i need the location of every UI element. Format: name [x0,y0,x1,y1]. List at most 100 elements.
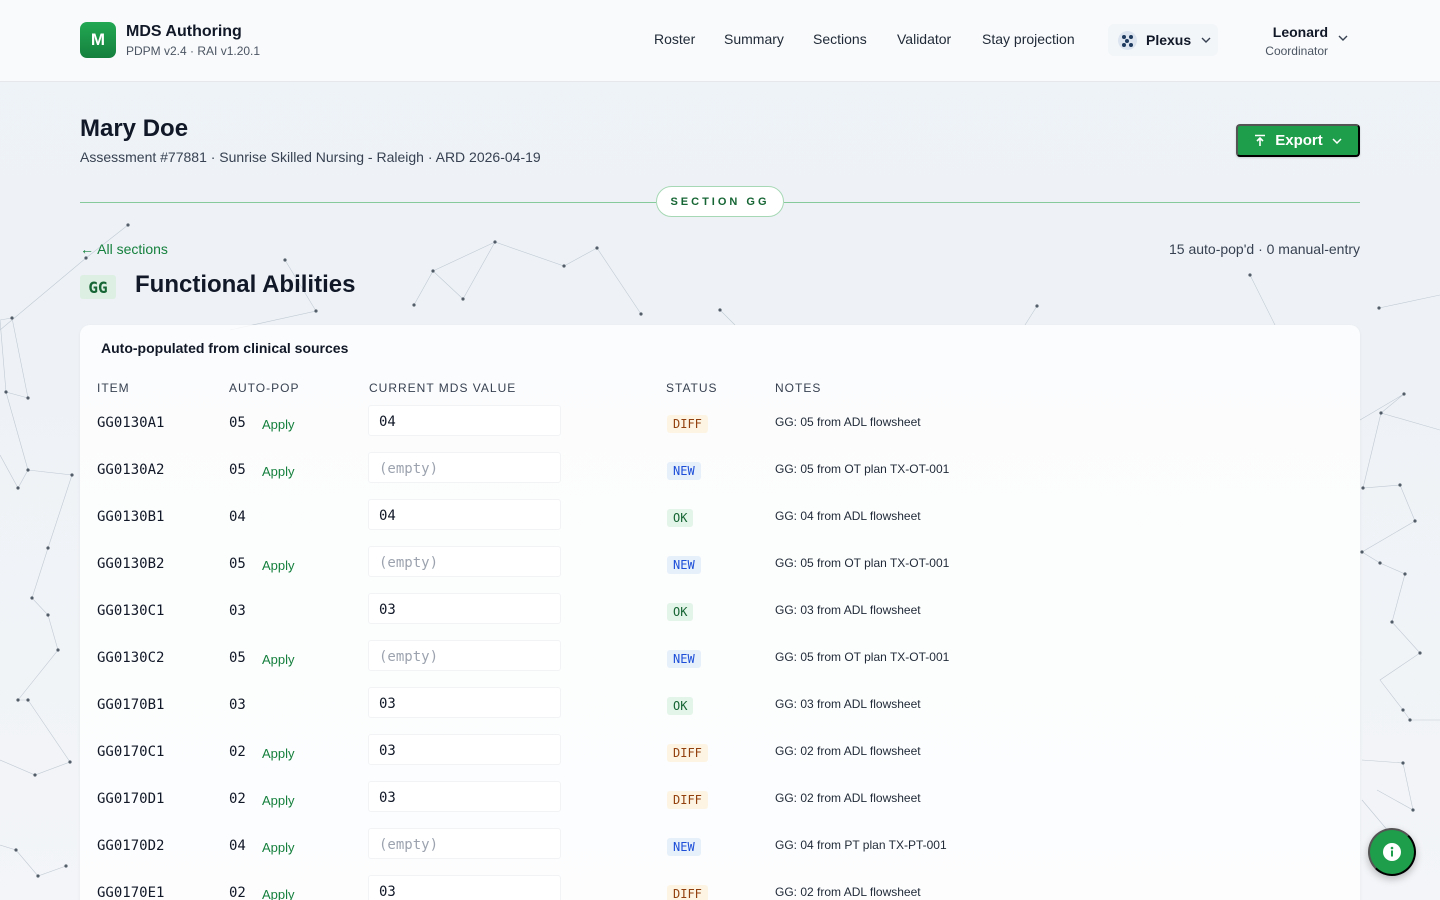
apply-button[interactable]: Apply [262,887,295,900]
current-mds-value-input[interactable]: 03 [368,734,561,765]
row-notes: GG: 04 from PT plan TX-PT-001 [775,838,947,852]
section-pill: SECTION GG [656,186,784,217]
item-code: GG0130B1 [97,509,165,525]
auto-pop-value: 03 [229,697,246,713]
auto-pop-value: 05 [229,556,246,572]
row-notes: GG: 02 from ADL flowsheet [775,744,921,758]
current-mds-value-input[interactable]: 03 [368,875,561,900]
apply-button[interactable]: Apply [262,746,295,761]
table-row: GG0130C2 05 Apply (empty) NEW GG: 05 from OT … [80,640,1360,697]
row-notes: GG: 05 from ADL flowsheet [775,415,921,429]
status-badge: NEW [667,650,701,668]
app-title: MDS Authoring [126,23,242,40]
row-notes: GG: 03 from ADL flowsheet [775,697,921,711]
apply-button[interactable]: Apply [262,417,295,432]
apply-button[interactable]: Apply [262,840,295,855]
status-badge: OK [667,509,694,527]
table-row: GG0130B1 04 04 OK GG: 04 from ADL flowsheet [80,499,1360,556]
item-code: GG0130A1 [97,415,165,431]
row-notes: GG: 04 from ADL flowsheet [775,509,921,523]
auto-pop-value: 02 [229,885,246,900]
auto-pop-value: 02 [229,744,246,760]
item-code: GG0170B1 [97,697,165,713]
info-icon [1383,843,1401,861]
current-mds-value-input[interactable]: (empty) [368,828,561,859]
item-code: GG0130A2 [97,462,165,478]
back-to-all-sections[interactable]: ← All sections [80,241,168,257]
status-badge: NEW [667,462,701,480]
apply-button[interactable]: Apply [262,793,295,808]
column-header-current-value: CURRENT MDS VALUE [369,381,517,395]
apply-button[interactable]: Apply [262,464,295,479]
current-mds-value-input[interactable]: 04 [368,405,561,436]
status-badge: DIFF [667,415,708,433]
chevron-down-icon [1201,37,1211,43]
user-name[interactable]: Leonard [1273,24,1328,40]
status-badge: DIFF [667,744,708,762]
current-mds-value-input[interactable]: 04 [368,499,561,530]
item-code: GG0170D1 [97,791,165,807]
item-code: GG0130C1 [97,603,165,619]
table-row: GG0130A1 05 Apply 04 DIFF GG: 05 from ADL flo… [80,405,1360,462]
item-code: GG0170E1 [97,885,165,900]
apply-button[interactable]: Apply [262,558,295,573]
table-row: GG0130B2 05 Apply (empty) NEW GG: 05 from OT … [80,546,1360,603]
nav-summary[interactable]: Summary [724,31,784,47]
apply-button[interactable]: Apply [262,652,295,667]
status-badge: NEW [667,556,701,574]
section-divider-left [80,202,656,203]
table-row: GG0170D1 02 Apply 03 DIFF GG: 02 from ADL flo… [80,781,1360,838]
table-row: GG0170D2 04 Apply (empty) NEW GG: 04 from PT … [80,828,1360,885]
user-menu-chevron-icon[interactable] [1337,34,1349,42]
auto-populated-card: Auto-populated from clinical sources ITE… [80,325,1360,900]
back-link-label: All sections [97,241,168,257]
item-code: GG0130C2 [97,650,165,666]
nav-roster[interactable]: Roster [654,31,695,47]
status-badge: DIFF [667,885,708,900]
auto-pop-value: 04 [229,838,246,854]
app-logo[interactable]: M [80,22,116,58]
current-mds-value-input[interactable]: (empty) [368,640,561,671]
status-badge: NEW [667,838,701,856]
nav-validator[interactable]: Validator [897,31,951,47]
current-mds-value-input[interactable]: 03 [368,781,561,812]
status-badge: OK [667,603,694,621]
auto-pop-value: 03 [229,603,246,619]
export-icon [1255,134,1266,146]
current-mds-value-input[interactable]: (empty) [368,452,561,483]
user-role: Coordinator [1265,44,1328,58]
nav-sections[interactable]: Sections [813,31,867,47]
item-code: GG0170D2 [97,838,165,854]
section-title: Functional Abilities [135,271,356,298]
table-row: GG0130C1 03 03 OK GG: 03 from ADL flowsheet [80,593,1360,650]
column-header-status: STATUS [666,381,718,395]
section-code-badge: GG [80,275,116,299]
auto-pop-value: 05 [229,462,246,478]
status-badge: DIFF [667,791,708,809]
current-mds-value-input[interactable]: (empty) [368,546,561,577]
row-notes: GG: 05 from OT plan TX-OT-001 [775,556,950,570]
info-button[interactable] [1368,828,1416,876]
nav-stay-projection[interactable]: Stay projection [982,31,1075,47]
column-header-notes: NOTES [775,381,822,395]
item-code: GG0170C1 [97,744,165,760]
export-label: Export [1275,132,1323,149]
export-button[interactable]: Export [1236,124,1360,157]
current-mds-value-input[interactable]: 03 [368,687,561,718]
app-version: PDPM v2.4 · RAI v1.20.1 [126,44,261,58]
facility-selector[interactable]: Plexus [1108,24,1218,56]
section-counts: 15 auto-pop'd · 0 manual-entry [1168,241,1360,257]
auto-pop-value: 04 [229,509,246,525]
auto-pop-value: 02 [229,791,246,807]
arrow-left-icon: ← [80,241,94,257]
column-header-item: ITEM [97,381,130,395]
facility-name: Plexus [1146,32,1192,48]
patient-name: Mary Doe [80,115,189,142]
chevron-down-icon [1332,137,1342,144]
current-mds-value-input[interactable]: 03 [368,593,561,624]
column-header-auto-pop: AUTO-POP [229,381,300,395]
row-notes: GG: 02 from ADL flowsheet [775,791,921,805]
row-notes: GG: 03 from ADL flowsheet [775,603,921,617]
top-bar: M MDS Authoring PDPM v2.4 · RAI v1.20.1 … [0,0,1440,82]
row-notes: GG: 05 from OT plan TX-OT-001 [775,462,950,476]
